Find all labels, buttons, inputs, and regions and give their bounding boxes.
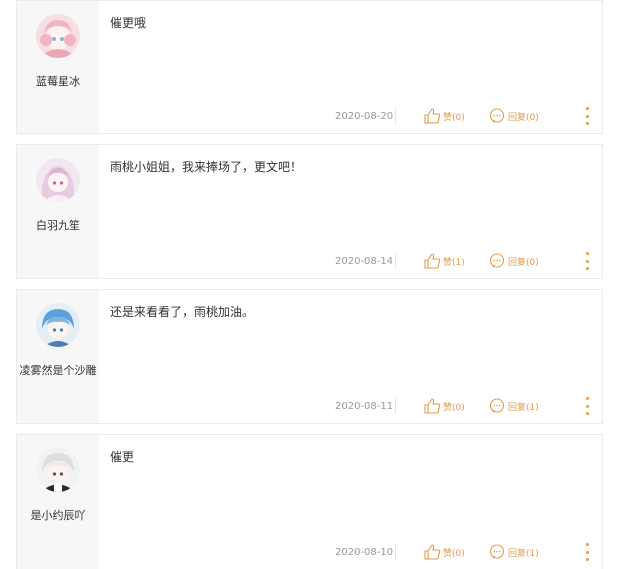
comment-card: 白羽九笙 雨桃小姐姐，我来捧场了，更文吧！ 2020-08-14 赞(1) 回复… <box>16 144 603 279</box>
comment-date: 2020-08-10 <box>335 547 394 558</box>
reply-button[interactable]: 回复(1) <box>489 396 539 416</box>
comment-text: 雨桃小姐姐，我来捧场了，更文吧！ <box>110 160 303 174</box>
comment-date: 2020-08-14 <box>335 256 394 267</box>
like-count: 赞(0) <box>443 112 465 123</box>
reply-count: 回复(1) <box>508 402 539 413</box>
reply-count: 回复(1) <box>508 548 539 559</box>
divider <box>395 398 396 414</box>
thumbs-up-icon <box>424 544 441 560</box>
comment-card: 是小约辰吖 催更 2020-08-10 赞(0) 回复(1) <box>16 434 603 569</box>
more-options-icon[interactable] <box>585 107 589 125</box>
like-count: 赞(0) <box>443 548 465 559</box>
like-button[interactable]: 赞(0) <box>424 542 465 562</box>
username[interactable]: 蓝莓星冰 <box>17 73 99 89</box>
comment-footer: 2020-08-14 赞(1) 回复(0) <box>99 251 602 273</box>
like-button[interactable]: 赞(0) <box>424 396 465 416</box>
like-count: 赞(1) <box>443 257 465 268</box>
user-panel: 白羽九笙 <box>17 145 99 278</box>
more-options-icon[interactable] <box>585 543 589 561</box>
username[interactable]: 白羽九笙 <box>17 217 99 233</box>
avatar[interactable] <box>36 303 80 347</box>
reply-button[interactable]: 回复(0) <box>489 106 539 126</box>
speech-bubble-icon <box>489 108 505 123</box>
comment-text: 催更 <box>110 450 135 464</box>
avatar[interactable] <box>36 14 80 58</box>
user-panel: 蓝莓星冰 <box>17 1 99 133</box>
avatar[interactable] <box>36 448 80 492</box>
thumbs-up-icon <box>424 253 441 269</box>
comment-card: 蓝莓星冰 催更哦 2020-08-20 赞(0) 回复(0) <box>16 0 603 134</box>
speech-bubble-icon <box>489 544 505 559</box>
username[interactable]: 是小约辰吖 <box>17 507 99 523</box>
user-panel: 是小约辰吖 <box>17 435 99 569</box>
comment-text: 还是来看看了，雨桃加油。 <box>110 305 255 319</box>
divider <box>395 544 396 560</box>
comment-footer: 2020-08-10 赞(0) 回复(1) <box>99 542 602 564</box>
avatar[interactable] <box>36 158 80 202</box>
more-options-icon[interactable] <box>585 252 589 270</box>
divider <box>395 108 396 124</box>
comment-footer: 2020-08-20 赞(0) 回复(0) <box>99 106 602 128</box>
more-options-icon[interactable] <box>585 397 589 415</box>
comment-card: 凌雾然是个沙雕 还是来看看了，雨桃加油。 2020-08-11 赞(0) 回复(… <box>16 289 603 424</box>
like-count: 赞(0) <box>443 402 465 413</box>
comment-text: 催更哦 <box>110 16 147 30</box>
reply-count: 回复(0) <box>508 257 539 268</box>
speech-bubble-icon <box>489 253 505 268</box>
comment-date: 2020-08-20 <box>335 111 394 122</box>
reply-button[interactable]: 回复(1) <box>489 542 539 562</box>
reply-button[interactable]: 回复(0) <box>489 251 539 271</box>
divider <box>395 253 396 269</box>
username[interactable]: 凌雾然是个沙雕 <box>17 362 99 378</box>
speech-bubble-icon <box>489 398 505 413</box>
comment-date: 2020-08-11 <box>335 401 394 412</box>
reply-count: 回复(0) <box>508 112 539 123</box>
comment-footer: 2020-08-11 赞(0) 回复(1) <box>99 396 602 418</box>
thumbs-up-icon <box>424 398 441 414</box>
like-button[interactable]: 赞(1) <box>424 251 465 271</box>
thumbs-up-icon <box>424 108 441 124</box>
like-button[interactable]: 赞(0) <box>424 106 465 126</box>
user-panel: 凌雾然是个沙雕 <box>17 290 99 423</box>
